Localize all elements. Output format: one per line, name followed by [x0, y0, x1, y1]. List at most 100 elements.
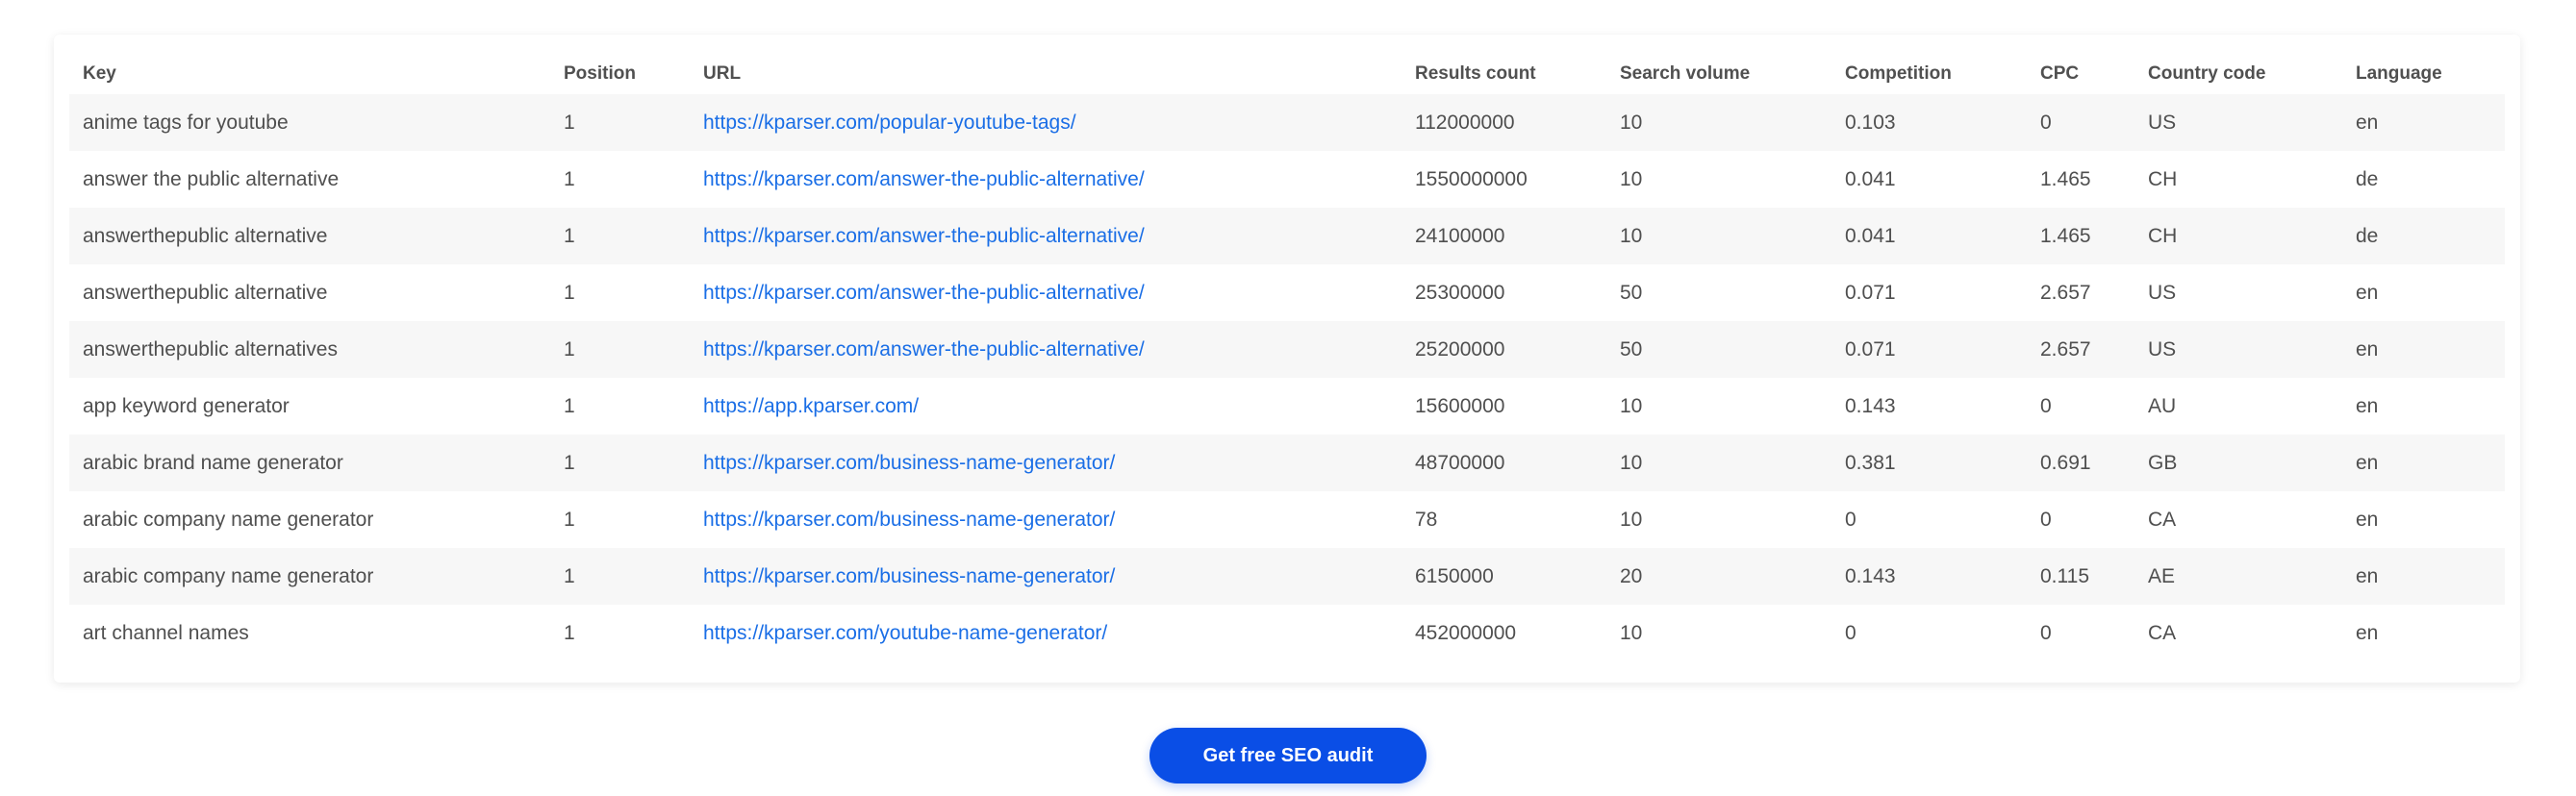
cpc-cell: 1.465	[2027, 208, 2134, 264]
keyword-cell: anime tags for youtube	[69, 94, 550, 151]
header-url[interactable]: URL	[690, 54, 1402, 94]
keyword-cell: answerthepublic alternative	[83, 281, 328, 304]
url-link[interactable]: https://kparser.com/popular-youtube-tags…	[703, 112, 1076, 134]
results-count-cell: 25300000	[1415, 281, 1505, 304]
url-cell: https://app.kparser.com/	[690, 378, 1402, 435]
competition-cell: 0.381	[1831, 435, 2027, 491]
header-position[interactable]: Position	[550, 54, 690, 94]
header-results-count[interactable]: Results count	[1402, 54, 1606, 94]
competition-cell: 0.103	[1831, 94, 2027, 151]
url-link[interactable]: https://kparser.com/answer-the-public-al…	[703, 225, 1145, 247]
get-free-seo-audit-button[interactable]: Get free SEO audit	[1149, 728, 1427, 784]
competition-cell: 0.071	[1831, 321, 2027, 378]
language-cell: en	[2342, 435, 2505, 491]
keyword-results-table: Key Position URL Results count Search vo…	[69, 54, 2505, 661]
country-code-cell: GB	[2134, 435, 2342, 491]
keyword-cell: arabic brand name generator	[69, 435, 550, 491]
position-cell: 1	[564, 621, 575, 644]
competition-cell: 0	[1845, 508, 1856, 531]
keyword-cell: app keyword generator	[83, 394, 290, 417]
language-cell: en	[2342, 94, 2505, 151]
results-count-cell: 112000000	[1402, 94, 1606, 151]
country-code-cell: CA	[2148, 508, 2177, 531]
search-volume-cell: 20	[1606, 548, 1831, 605]
search-volume-cell: 10	[1620, 621, 1643, 644]
position-cell: 1	[564, 167, 575, 190]
language-cell: de	[2342, 208, 2505, 264]
keyword-cell: arabic company name generator	[69, 548, 550, 605]
search-volume-cell: 50	[1606, 321, 1831, 378]
search-volume-cell: 10	[1606, 208, 1831, 264]
table-row: arabic company name generator 1 https://kp…	[69, 491, 2505, 548]
search-volume-cell: 10	[1606, 94, 1831, 151]
results-count-cell: 6150000	[1402, 548, 1606, 605]
url-cell: https://kparser.com/business-name-genera…	[690, 548, 1402, 605]
results-count-cell: 78	[1415, 508, 1438, 531]
country-code-cell: AU	[2148, 394, 2177, 417]
language-cell: en	[2356, 394, 2379, 417]
url-link[interactable]: https://kparser.com/answer-the-public-al…	[703, 168, 1145, 190]
url-link[interactable]: https://kparser.com/answer-the-public-al…	[703, 338, 1145, 361]
position-cell: 1	[564, 394, 575, 417]
position-cell: 1	[550, 435, 690, 491]
position-cell: 1	[550, 94, 690, 151]
results-count-cell: 1550000000	[1415, 167, 1528, 190]
header-search-volume[interactable]: Search volume	[1606, 54, 1831, 94]
url-cell: https://kparser.com/business-name-genera…	[690, 491, 1402, 548]
results-count-cell: 24100000	[1402, 208, 1606, 264]
header-cpc[interactable]: CPC	[2027, 54, 2134, 94]
cpc-cell: 2.657	[2040, 281, 2091, 304]
country-code-cell: CH	[2148, 167, 2178, 190]
cpc-cell: 0.115	[2027, 548, 2134, 605]
cpc-cell: 1.465	[2040, 167, 2091, 190]
table-row: app keyword generator 1 https://app.kparse…	[69, 378, 2505, 435]
search-volume-cell: 10	[1620, 167, 1643, 190]
header-language[interactable]: Language	[2342, 54, 2505, 94]
url-cell: https://kparser.com/youtube-name-generat…	[690, 605, 1402, 661]
keyword-cell: answer the public alternative	[83, 167, 340, 190]
table-row: answerthepublic alternative 1 https://kpar…	[69, 208, 2505, 264]
url-cell: https://kparser.com/answer-the-public-al…	[690, 208, 1402, 264]
url-cell: https://kparser.com/answer-the-public-al…	[690, 264, 1402, 321]
table-row: art channel names 1 https://kparser.com/yo…	[69, 605, 2505, 661]
cpc-cell: 0.691	[2027, 435, 2134, 491]
table-row: answerthepublic alternative 1 https://kpar…	[69, 264, 2505, 321]
competition-cell: 0	[1845, 621, 1856, 644]
header-competition[interactable]: Competition	[1831, 54, 2027, 94]
country-code-cell: AE	[2134, 548, 2342, 605]
url-link[interactable]: https://kparser.com/answer-the-public-al…	[703, 282, 1145, 304]
language-cell: en	[2356, 621, 2379, 644]
url-link[interactable]: https://kparser.com/business-name-genera…	[703, 452, 1115, 474]
search-volume-cell: 50	[1620, 281, 1643, 304]
url-cell: https://kparser.com/answer-the-public-al…	[690, 321, 1402, 378]
cpc-cell: 0	[2040, 621, 2052, 644]
url-cell: https://kparser.com/answer-the-public-al…	[690, 151, 1402, 208]
position-cell: 1	[550, 548, 690, 605]
country-code-cell: CH	[2134, 208, 2342, 264]
keyword-cell: answerthepublic alternative	[69, 208, 550, 264]
url-link[interactable]: https://app.kparser.com/	[703, 395, 919, 417]
table-header-row: Key Position URL Results count Search vo…	[69, 54, 2505, 94]
table-row: anime tags for youtube 1 https://kparser.c…	[69, 94, 2505, 151]
url-cell: https://kparser.com/business-name-genera…	[690, 435, 1402, 491]
language-cell: de	[2356, 167, 2379, 190]
table-row: arabic company name generator 1 https://kp…	[69, 548, 2505, 605]
header-country-code[interactable]: Country code	[2134, 54, 2342, 94]
search-volume-cell: 10	[1620, 508, 1643, 531]
country-code-cell: US	[2134, 94, 2342, 151]
url-link[interactable]: https://kparser.com/business-name-genera…	[703, 509, 1115, 531]
keyword-cell: answerthepublic alternatives	[69, 321, 550, 378]
url-cell: https://kparser.com/popular-youtube-tags…	[690, 94, 1402, 151]
language-cell: en	[2342, 548, 2505, 605]
table-row: arabic brand name generator 1 https://kpar…	[69, 435, 2505, 491]
position-cell: 1	[550, 321, 690, 378]
results-count-cell: 25200000	[1402, 321, 1606, 378]
url-link[interactable]: https://kparser.com/youtube-name-generat…	[703, 622, 1107, 644]
header-key[interactable]: Key	[69, 54, 550, 94]
competition-cell: 0.041	[1831, 208, 2027, 264]
country-code-cell: US	[2134, 321, 2342, 378]
language-cell: en	[2356, 508, 2379, 531]
url-link[interactable]: https://kparser.com/business-name-genera…	[703, 565, 1115, 587]
cpc-cell: 0	[2027, 94, 2134, 151]
cpc-cell: 0	[2040, 508, 2052, 531]
